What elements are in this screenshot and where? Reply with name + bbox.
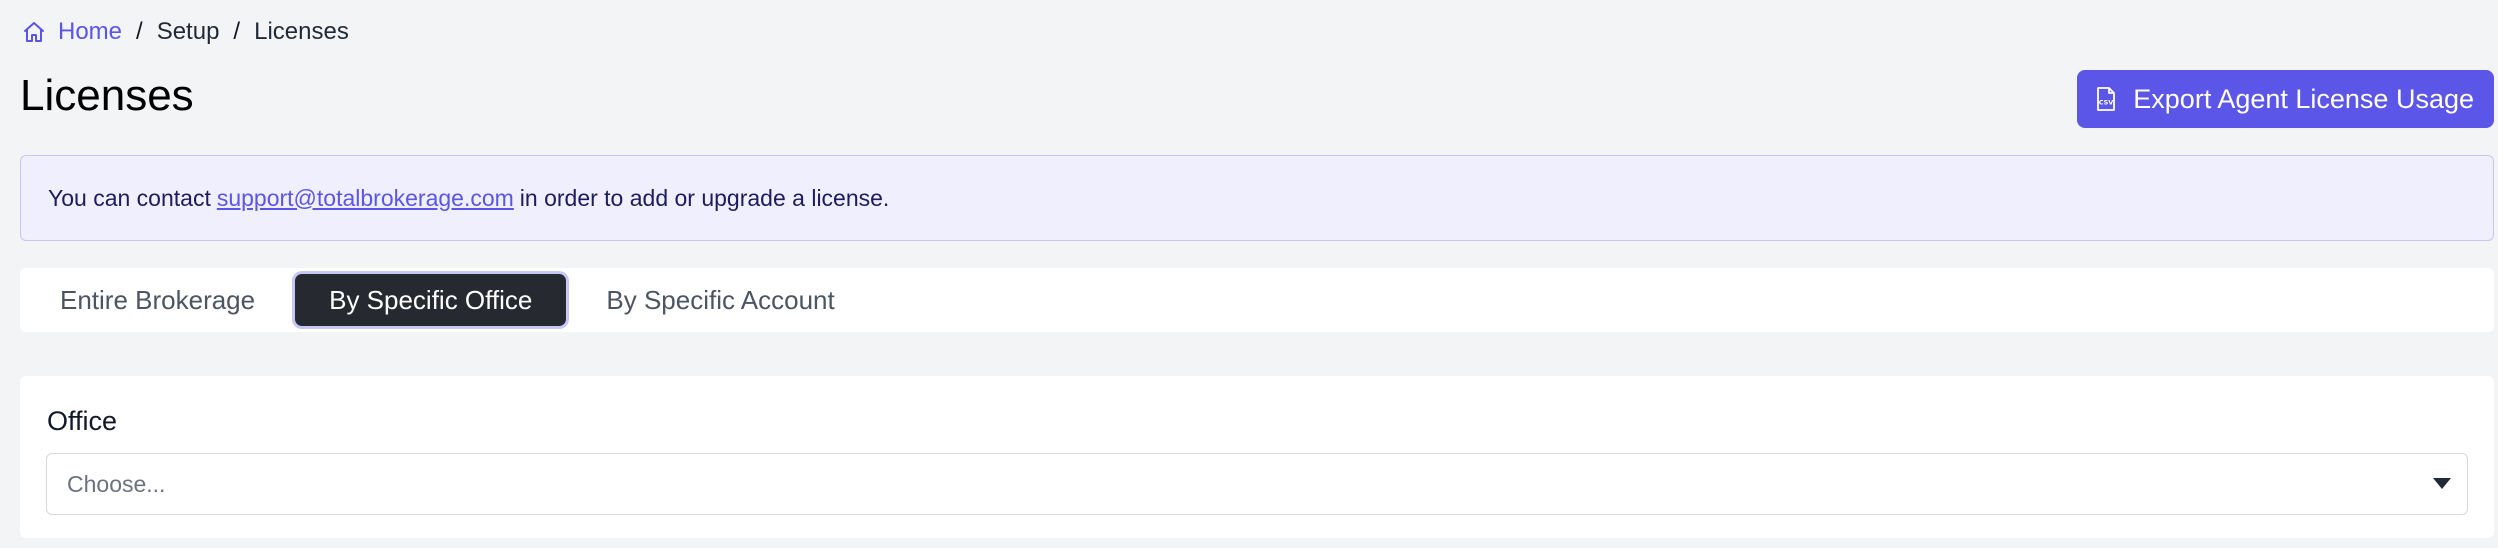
license-scope-tabs: Entire Brokerage By Specific Office By S… [20,268,2494,332]
tab-by-specific-account[interactable]: By Specific Account [578,274,862,326]
breadcrumb-home-label: Home [58,18,123,45]
breadcrumb-current: Licenses [254,18,349,45]
breadcrumb-separator: / [233,18,241,45]
office-select[interactable]: Choose... [46,453,2468,515]
page-title: Licenses [20,71,194,120]
office-label: Office [47,406,118,436]
tab-entire-brokerage[interactable]: Entire Brokerage [32,274,283,326]
license-info-alert: You can contact support@totalbrokerage.c… [20,155,2494,241]
breadcrumb-separator: / [136,18,143,45]
office-filter-panel: Office Choose... [20,376,2494,538]
breadcrumb-setup[interactable]: Setup [157,16,220,48]
breadcrumb-home-link[interactable]: Home [22,16,122,48]
alert-suffix-text: in order to add or upgrade a license. [519,184,890,211]
svg-text:CSV: CSV [2099,99,2114,107]
support-email-link[interactable]: support@totalbrokerage.com [217,185,514,212]
chevron-down-icon [2433,478,2451,489]
breadcrumb: Home / Setup / Licenses [22,16,349,48]
office-select-placeholder: Choose... [67,470,166,497]
csv-file-icon: CSV [2095,86,2117,112]
alert-prefix-text: You can contact [48,184,211,211]
export-button-label: Export Agent License Usage [2133,83,2474,114]
home-icon [22,20,46,44]
tab-by-specific-office[interactable]: By Specific Office [295,274,567,326]
export-agent-license-usage-button[interactable]: CSV Export Agent License Usage [2077,70,2494,128]
